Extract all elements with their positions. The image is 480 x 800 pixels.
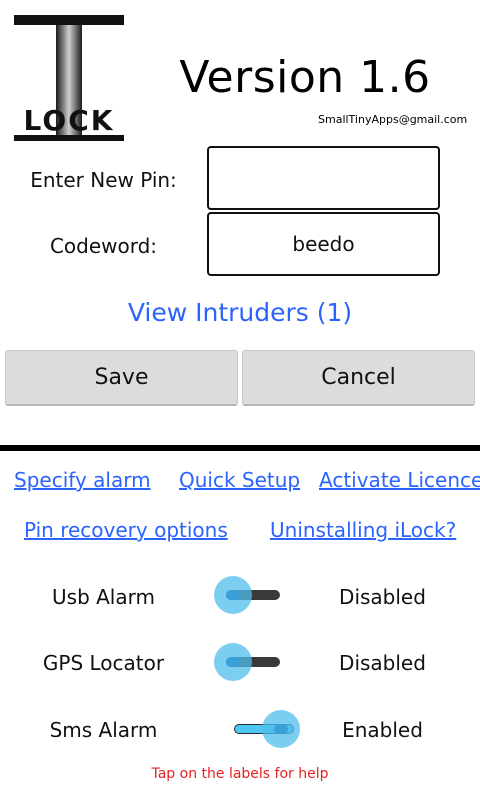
specify-alarm-link[interactable]: Specify alarm bbox=[14, 468, 151, 492]
codeword-label[interactable]: Codeword: bbox=[0, 234, 207, 258]
usb-alarm-switch[interactable] bbox=[212, 575, 302, 615]
help-hint: Tap on the labels for help bbox=[151, 766, 329, 782]
ilock-logo-icon: LOCK bbox=[14, 15, 124, 141]
gps-locator-label[interactable]: GPS Locator bbox=[0, 651, 207, 675]
usb-alarm-label[interactable]: Usb Alarm bbox=[0, 585, 207, 609]
version-title: Version 1.6 bbox=[179, 52, 431, 103]
section-divider bbox=[0, 445, 480, 451]
save-button[interactable]: Save bbox=[5, 350, 238, 406]
contact-email: SmallTinyApps@gmail.com bbox=[318, 113, 468, 126]
sms-alarm-status: Enabled bbox=[342, 718, 423, 742]
view-intruders-link[interactable]: View Intruders (1) bbox=[0, 298, 480, 327]
app-logo: LOCK bbox=[14, 15, 124, 141]
switch-thumb bbox=[262, 710, 300, 748]
gps-locator-switch[interactable] bbox=[212, 642, 302, 682]
uninstalling-link[interactable]: Uninstalling iLock? bbox=[270, 518, 456, 542]
new-pin-input[interactable] bbox=[207, 146, 440, 210]
logo-lettering: LOCK bbox=[24, 104, 115, 137]
codeword-input[interactable] bbox=[207, 212, 440, 276]
activate-licence-link[interactable]: Activate Licence bbox=[319, 468, 480, 492]
sms-alarm-label[interactable]: Sms Alarm bbox=[0, 718, 207, 742]
quick-setup-link[interactable]: Quick Setup bbox=[179, 468, 300, 492]
switch-thumb bbox=[214, 643, 252, 681]
gps-locator-status: Disabled bbox=[339, 651, 426, 675]
usb-alarm-status: Disabled bbox=[339, 585, 426, 609]
cancel-button[interactable]: Cancel bbox=[242, 350, 475, 406]
pin-recovery-link[interactable]: Pin recovery options bbox=[24, 518, 228, 542]
switch-thumb bbox=[214, 576, 252, 614]
pin-label[interactable]: Enter New Pin: bbox=[0, 168, 207, 192]
